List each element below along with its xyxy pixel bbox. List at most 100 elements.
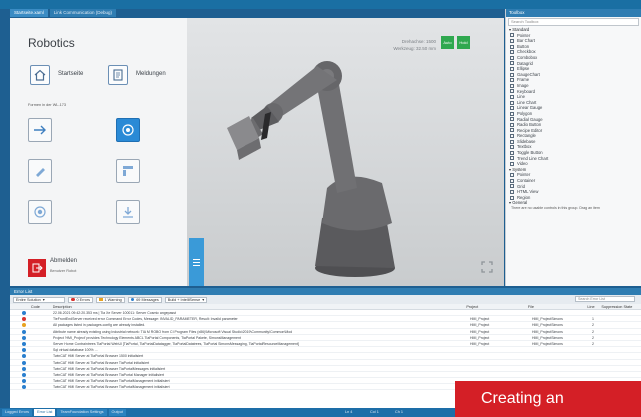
control-icon [510,94,514,99]
radio-button[interactable] [28,200,52,224]
code-cell [31,329,53,334]
messages-count: 69 Messages [136,297,159,302]
designer-canvas[interactable]: Robotics Startseite Meldungen Formen in … [10,18,504,286]
errors-filter-button[interactable]: 0 Errors [68,296,94,303]
scope-dropdown[interactable]: Entire Solution ▾ [13,296,65,303]
toolbox-search-input[interactable]: Search Toolbox [508,18,639,26]
code-cell [31,347,53,352]
info-icon [22,329,26,334]
status-ch: Ch 1 [395,410,404,414]
control-icon [510,61,514,66]
startseite-tile[interactable] [30,65,50,85]
error-icon [22,317,26,322]
error-search-input[interactable]: Search Error List [575,296,635,302]
control-icon [510,195,514,200]
fit-view-icon[interactable] [480,260,494,274]
info-icon [22,354,26,359]
info-icon [22,366,26,371]
doc-tab-link-communication[interactable]: Link Communication (Debug) [49,9,117,17]
section-label: Formen in der WL-173 [28,103,66,107]
control-icon [510,190,514,195]
exit-icon [32,263,43,273]
warning-icon [99,297,103,302]
file-cell [532,353,592,358]
warnings-filter-button[interactable]: 1 Warning [96,296,125,303]
toolbox-panel: Toolbox Search Toolbox ▾ Standard Pointer… [505,9,641,286]
col-file[interactable]: File [528,304,588,309]
project-cell: HMI_Project [470,323,490,328]
col-sort[interactable] [10,304,22,309]
control-icon [510,139,514,144]
description-cell: Sql virtual database 100% ... [53,348,98,353]
control-icon [510,184,514,189]
col-code[interactable]: Code [31,304,53,309]
bottom-tab[interactable]: TeamFoundation Settings [57,409,107,416]
warn-icon [22,323,26,328]
error-icon [71,297,75,302]
row-expander [10,353,22,358]
severity-cell [22,335,31,340]
circle-target-icon [122,124,134,136]
control-icon [510,122,514,127]
control-icon [510,128,514,133]
status-col: Col 1 [370,410,379,414]
download-button[interactable] [116,200,140,224]
layout-button[interactable] [116,159,140,183]
home-icon [34,69,46,81]
info-icon [22,379,26,384]
target-button[interactable] [116,118,140,142]
code-cell [31,322,53,327]
info-icon [22,342,26,347]
file-cell: HMI_ProjectSimons [532,323,563,328]
toolbox-list: ▾ Standard Pointer Bar Chart Button Checkbox… [506,27,641,206]
bottom-tab[interactable]: Output [108,409,126,416]
line-cell [592,310,606,315]
bottom-tabs: Logged Errors Error List TeamFoundation Se… [0,409,126,416]
menu-toggle-button[interactable] [189,238,204,286]
error-list-toolbar: Entire Solution ▾ 0 Errors 1 Warning 69 … [10,295,641,304]
pen-button[interactable] [28,159,52,183]
code-cell [31,310,53,315]
meldungen-label: Meldungen [136,71,166,77]
code-cell [31,353,53,358]
pen-icon [36,168,45,177]
code-cell [31,341,53,346]
layout-icon [123,166,133,176]
bottom-tab[interactable]: Logged Errors [2,409,33,416]
3d-viewport[interactable]: Drehachse: 1500 Werkzeug: 32.50 mm Auto … [187,18,504,286]
file-cell [532,372,592,377]
build-filter-dropdown[interactable]: Build + IntelliSense ▾ [164,296,208,303]
info-icon [22,385,26,390]
build-filter-value: Build + IntelliSense [167,297,201,302]
abmelden-tile[interactable] [28,259,46,277]
bottom-tab[interactable]: Error List [34,409,56,416]
messages-filter-button[interactable]: 69 Messages [127,296,162,303]
control-icon [510,89,514,94]
project-cell: HMI_Project [470,329,490,334]
col-line[interactable]: Line [587,304,601,309]
toolbox-empty-hint: There are no usable controls in this gro… [511,206,600,210]
document-icon [113,69,123,81]
project-cell [470,360,532,365]
scope-value: Entire Solution [16,297,41,302]
meldungen-tile[interactable] [108,65,128,85]
chevron-down-icon: ▾ [202,297,205,302]
col-suppression[interactable]: Suppression State [601,304,641,309]
project-cell: HMI_Project [470,335,490,340]
row-expander [10,322,22,327]
col-description[interactable]: Description [53,304,467,309]
info-icon [22,311,26,316]
line-cell: 2 [592,341,594,346]
info-icon [22,348,26,353]
line-cell [592,366,606,371]
control-icon [510,100,514,105]
doc-tab-startseite[interactable]: Startseite.xaml [10,9,48,17]
arrow-button[interactable] [28,118,52,142]
col-project[interactable]: Project [466,304,528,309]
radio-icon [34,206,46,218]
control-icon [510,106,514,111]
startseite-label: Startseite [58,71,84,77]
description-cell: TwinCAT HMI Server at TiaPortal Browser … [53,385,170,390]
description-cell: Server Home Contraintrees TiaPortal WebU… [53,341,299,346]
info-icon [22,360,26,365]
